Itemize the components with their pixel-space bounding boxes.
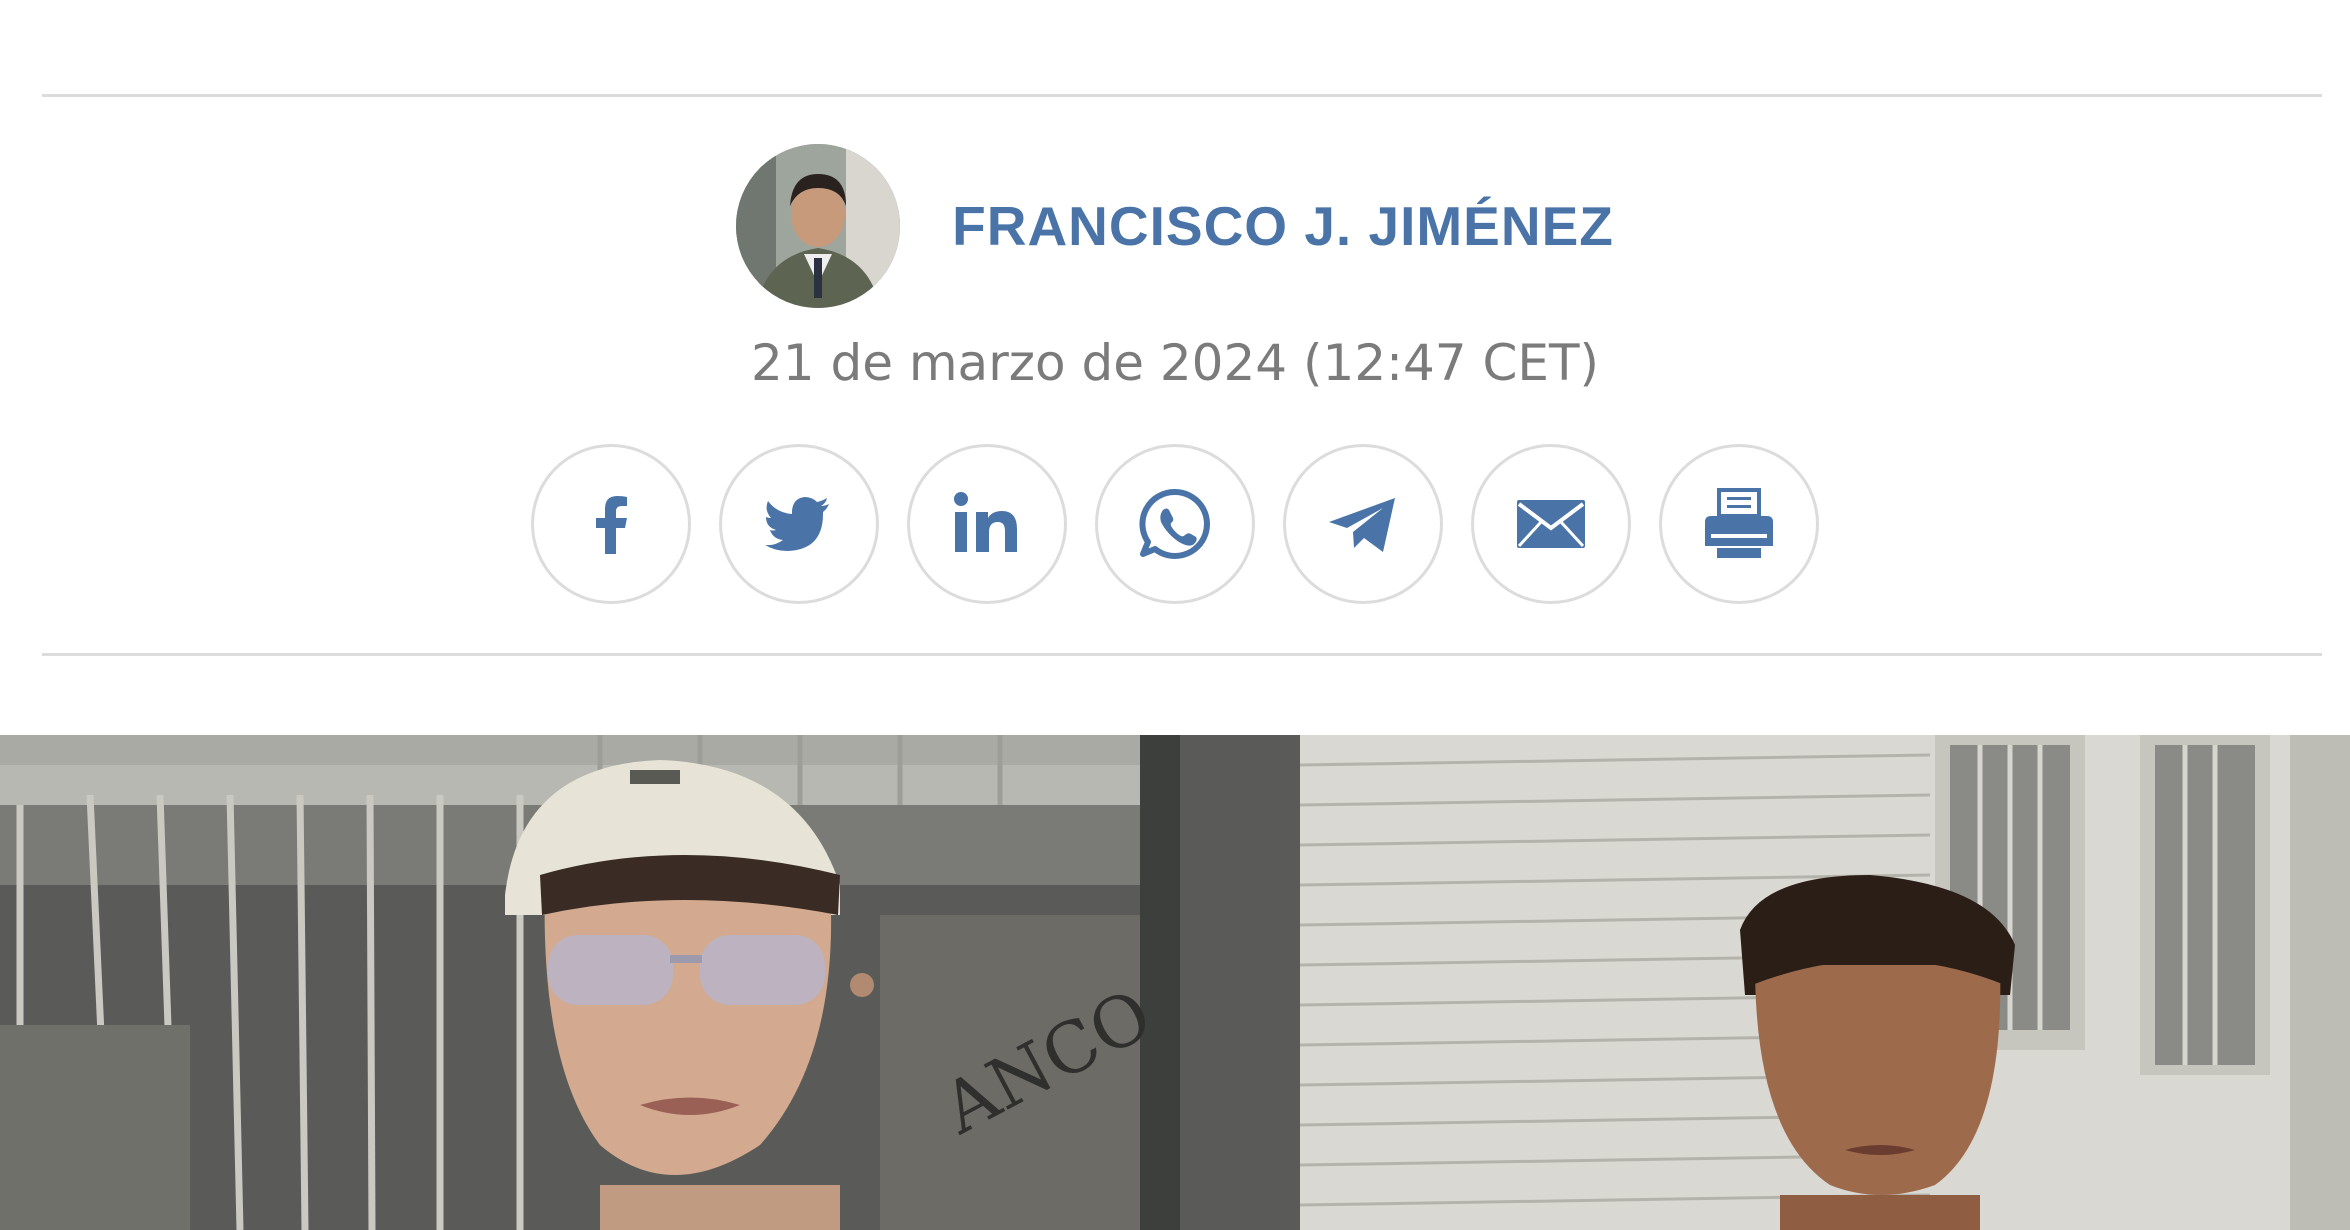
share-linkedin-button[interactable]	[907, 444, 1067, 604]
article-photo: ANCO	[0, 735, 2350, 1230]
publish-date: 21 de marzo de 2024 (12:47 CET)	[750, 334, 1600, 392]
share-twitter-button[interactable]	[719, 444, 879, 604]
bottom-divider	[42, 653, 2322, 656]
share-bar	[0, 444, 2350, 604]
whatsapp-icon	[1139, 488, 1210, 559]
share-print-button[interactable]	[1659, 444, 1819, 604]
top-divider	[42, 94, 2322, 97]
facebook-icon	[596, 496, 627, 554]
printer-icon	[1705, 488, 1773, 558]
author-name-link[interactable]: FRANCISCO J. JIMÉNEZ	[952, 194, 1614, 258]
linkedin-icon	[954, 492, 1017, 552]
avatar-portrait	[736, 144, 901, 308]
telegram-icon	[1329, 498, 1395, 552]
share-facebook-button[interactable]	[531, 444, 691, 604]
author-avatar[interactable]	[736, 144, 901, 308]
mail-icon	[1517, 500, 1585, 548]
share-email-button[interactable]	[1471, 444, 1631, 604]
twitter-icon	[765, 497, 829, 551]
share-telegram-button[interactable]	[1283, 444, 1443, 604]
article-photo-illustration: ANCO	[0, 735, 2350, 1230]
share-whatsapp-button[interactable]	[1095, 444, 1255, 604]
author-block: FRANCISCO J. JIMÉNEZ	[0, 144, 2350, 308]
